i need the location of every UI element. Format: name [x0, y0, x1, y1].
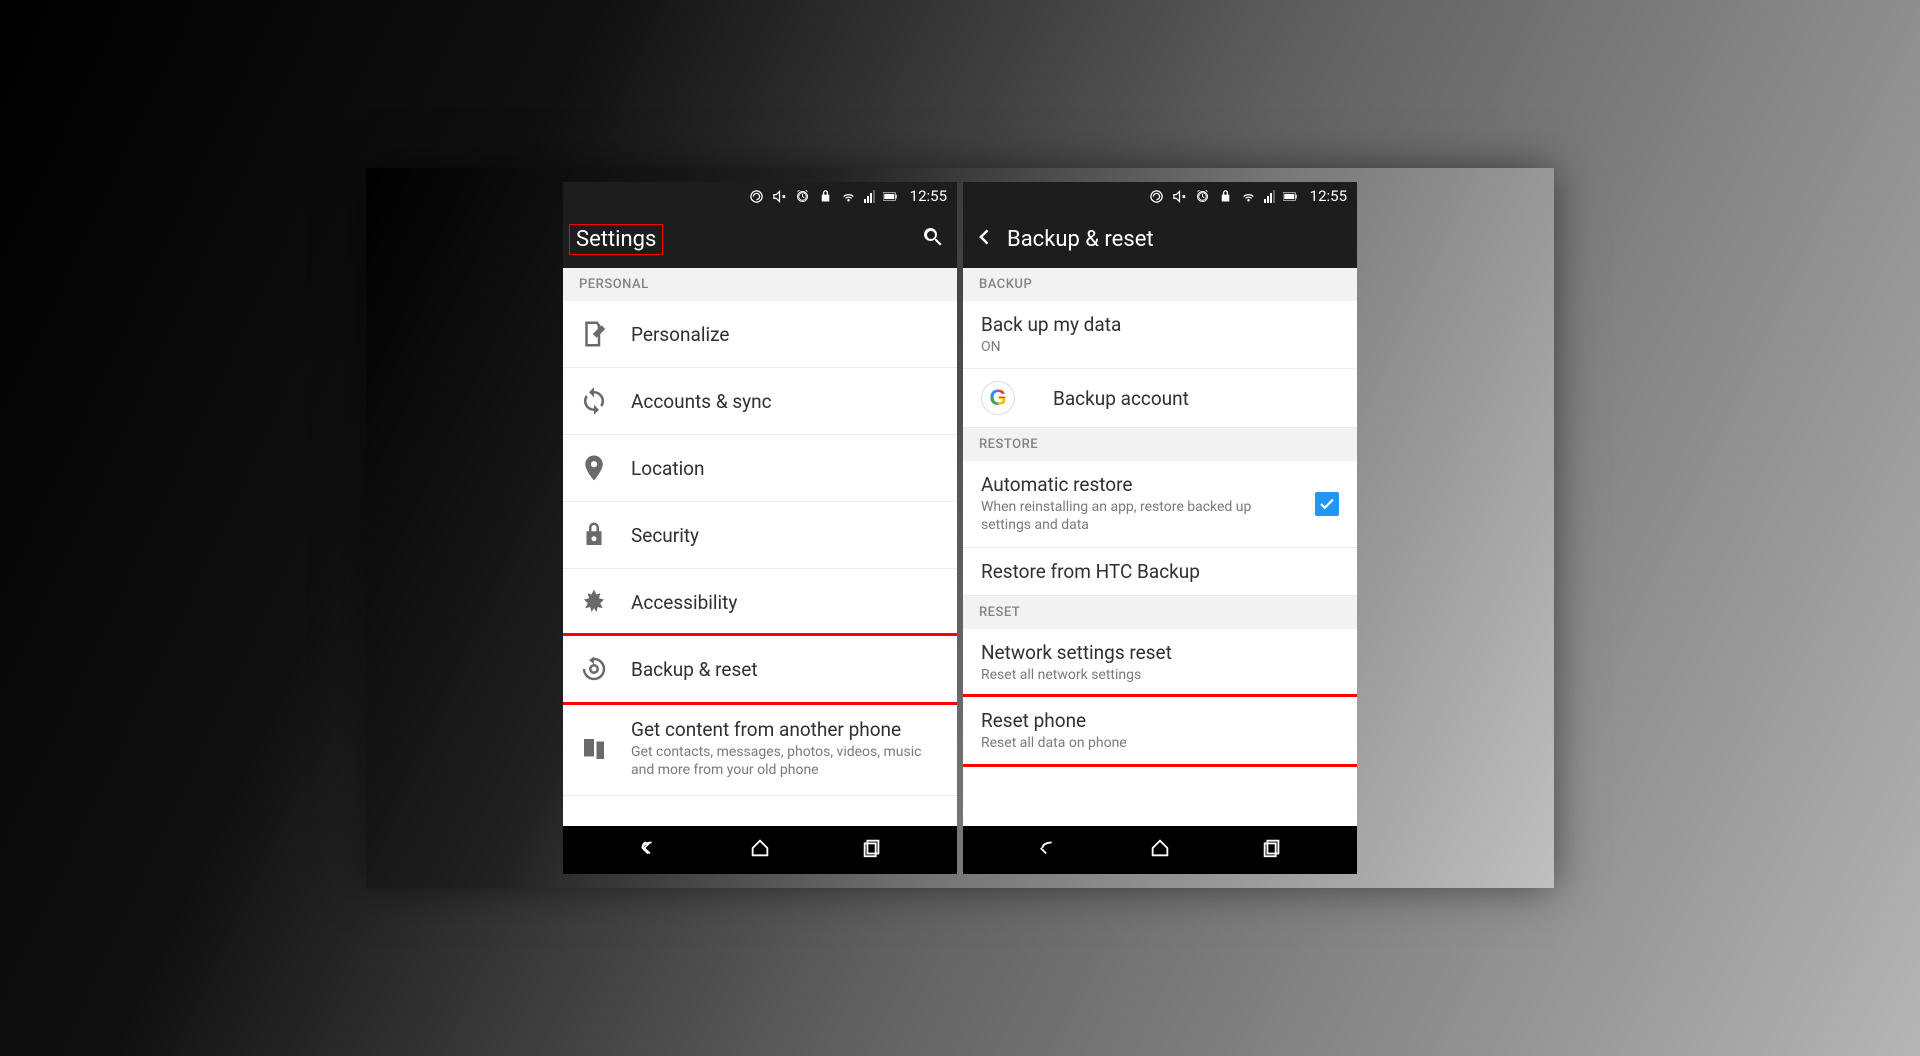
app-bar: Backup & reset [963, 210, 1357, 268]
mute-icon [772, 189, 787, 204]
nav-back[interactable] [637, 837, 659, 863]
phones-container: 12:55 Settings PERSONAL Personalize [563, 182, 1357, 874]
settings-item-location[interactable]: Location [563, 435, 957, 502]
lock-icon [1218, 189, 1233, 204]
backup-reset-icon [577, 652, 611, 686]
item-backup-my-data[interactable]: Back up my data ON [963, 301, 1357, 369]
section-header-personal: PERSONAL [563, 268, 957, 301]
personalize-icon [577, 317, 611, 351]
settings-item-sub: Get contacts, messages, photos, videos, … [631, 743, 943, 779]
lock-icon [818, 189, 833, 204]
item-label: Automatic restore [981, 473, 1303, 496]
settings-item-label: Accessibility [631, 591, 943, 614]
item-sub: When reinstalling an app, restore backed… [981, 498, 1303, 534]
item-label: Back up my data [981, 313, 1339, 336]
settings-item-label: Location [631, 457, 943, 480]
item-label: Reset phone [981, 709, 1339, 732]
item-backup-account[interactable]: G Backup account [963, 369, 1357, 428]
item-label: Network settings reset [981, 641, 1339, 664]
alarm-icon [1195, 189, 1210, 204]
battery-icon [1283, 189, 1298, 204]
sync-icon [1149, 189, 1164, 204]
battery-icon [883, 189, 898, 204]
mute-icon [1172, 189, 1187, 204]
nav-recent[interactable] [861, 837, 883, 863]
item-sub: Reset all network settings [981, 666, 1339, 684]
accessibility-icon [577, 585, 611, 619]
backup-reset-list: BACKUP Back up my data ON G Backup accou… [963, 268, 1357, 826]
settings-item-label: Security [631, 524, 943, 547]
status-bar: 12:55 [963, 182, 1357, 210]
phone-settings: 12:55 Settings PERSONAL Personalize [563, 182, 957, 874]
nav-back[interactable] [1037, 837, 1059, 863]
auto-restore-checkbox[interactable] [1315, 492, 1339, 516]
item-restore-htc-backup[interactable]: Restore from HTC Backup [963, 548, 1357, 596]
signal-icon [1264, 190, 1275, 203]
page-title: Settings [569, 224, 663, 255]
settings-item-personalize[interactable]: Personalize [563, 301, 957, 368]
sync-icon [749, 189, 764, 204]
signal-icon [864, 190, 875, 203]
item-label: Backup account [1053, 387, 1339, 410]
security-icon [577, 518, 611, 552]
app-bar: Settings [563, 210, 957, 268]
section-header-backup: BACKUP [963, 268, 1357, 301]
nav-recent[interactable] [1261, 837, 1283, 863]
item-reset-phone[interactable]: Reset phone Reset all data on phone [963, 694, 1357, 767]
settings-item-backup-reset[interactable]: Backup & reset [563, 633, 957, 705]
wifi-icon [1241, 189, 1256, 204]
settings-item-label: Accounts & sync [631, 390, 943, 413]
back-button[interactable] [975, 227, 995, 251]
phone-backup-reset: 12:55 Backup & reset BACKUP Back up my d… [963, 182, 1357, 874]
nav-home[interactable] [1149, 837, 1171, 863]
section-header-reset: RESET [963, 596, 1357, 629]
item-automatic-restore[interactable]: Automatic restore When reinstalling an a… [963, 461, 1357, 547]
settings-item-accounts-sync[interactable]: Accounts & sync [563, 368, 957, 435]
location-icon [577, 451, 611, 485]
settings-item-security[interactable]: Security [563, 502, 957, 569]
item-sub: Reset all data on phone [981, 734, 1339, 752]
settings-item-get-content[interactable]: Get content from another phone Get conta… [563, 702, 957, 796]
status-time: 12:55 [1310, 187, 1347, 205]
section-header-restore: RESTORE [963, 428, 1357, 461]
settings-item-label: Get content from another phone [631, 718, 943, 741]
nav-bar [963, 826, 1357, 874]
transfer-icon [577, 732, 611, 766]
settings-item-label: Backup & reset [631, 658, 943, 681]
item-label: Restore from HTC Backup [981, 560, 1339, 583]
search-icon [921, 225, 945, 249]
page-title: Backup & reset [1007, 227, 1154, 252]
google-icon: G [981, 381, 1015, 415]
sync-settings-icon [577, 384, 611, 418]
item-value: ON [981, 338, 1339, 356]
status-bar: 12:55 [563, 182, 957, 210]
check-icon [1318, 495, 1336, 513]
item-network-settings-reset[interactable]: Network settings reset Reset all network… [963, 629, 1357, 697]
settings-item-accessibility[interactable]: Accessibility [563, 569, 957, 636]
settings-item-label: Personalize [631, 323, 943, 346]
nav-bar [563, 826, 957, 874]
alarm-icon [795, 189, 810, 204]
chevron-left-icon [975, 227, 995, 247]
status-time: 12:55 [910, 187, 947, 205]
wifi-icon [841, 189, 856, 204]
nav-home[interactable] [749, 837, 771, 863]
settings-list: PERSONAL Personalize Accounts & sync [563, 268, 957, 826]
search-button[interactable] [921, 225, 945, 253]
stage-frame: 12:55 Settings PERSONAL Personalize [366, 168, 1554, 888]
